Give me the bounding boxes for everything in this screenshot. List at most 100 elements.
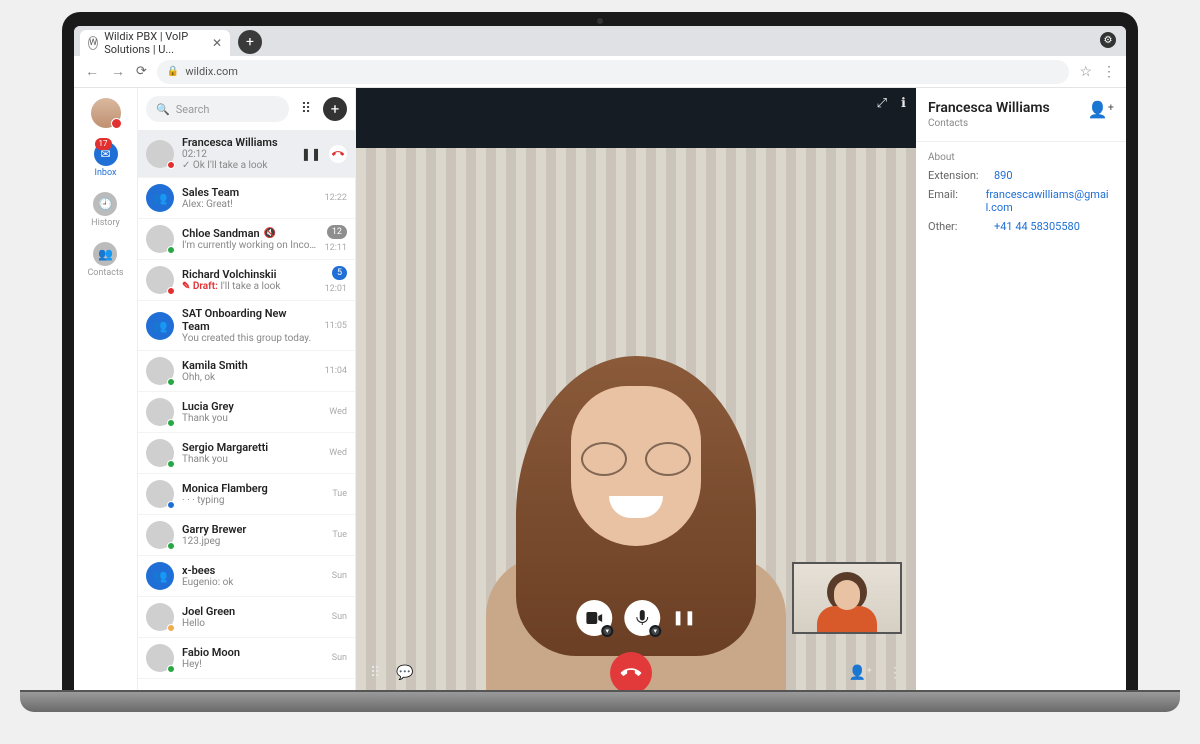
add-participant-icon[interactable]: 👤⁺ [849, 665, 872, 681]
video-call-area: ⤢ ℹ [356, 88, 916, 696]
draft-label: ✎ Draft: [182, 281, 220, 292]
conversation-item[interactable]: Garry Brewer123.jpegTue [138, 515, 355, 556]
team-avatar-icon: 👥 [146, 562, 174, 590]
conversation-meta: 512:01 [325, 266, 347, 294]
add-contact-icon[interactable]: 👤⁺ [1088, 100, 1114, 119]
url-text: wildix.com [185, 65, 238, 78]
team-avatar-icon: 👥 [146, 184, 174, 212]
conversation-item[interactable]: Chloe Sandman🔇I'm currently working on I… [138, 219, 355, 260]
extension-link[interactable]: 890 [994, 169, 1013, 182]
self-view[interactable] [792, 562, 902, 634]
dialpad-icon[interactable]: ⠿ [295, 98, 317, 120]
camera-icon [597, 18, 603, 24]
field-label: Email: [928, 188, 978, 214]
hangup-button[interactable] [329, 145, 347, 163]
contact-field-email: Email: francescawilliams@gmail.com [928, 188, 1114, 214]
conversation-info: Kamila SmithOhh, ok [182, 359, 317, 383]
new-tab-button[interactable]: + [238, 30, 262, 54]
nav-contacts[interactable]: 👥 Contacts [87, 242, 123, 278]
conversation-item[interactable]: Sergio MargarettiThank you Wed [138, 433, 355, 474]
conversation-time: Tue [332, 530, 347, 540]
url-field[interactable]: 🔒 wildix.com [157, 60, 1070, 84]
nav-inbox[interactable]: 17 ✉ Inbox [94, 142, 118, 178]
nav-history[interactable]: 🕘 History [91, 192, 120, 228]
mic-toggle[interactable]: ▾ [624, 600, 660, 636]
conversation-preview: Thank you [182, 413, 321, 424]
nav-label: Inbox [95, 168, 117, 178]
history-icon: 🕘 [93, 192, 117, 216]
conversation-preview: Thank you [182, 454, 321, 465]
presence-dot [167, 542, 175, 550]
conversation-meta: 11:05 [325, 321, 347, 331]
hold-button[interactable]: ❚❚ [672, 610, 695, 626]
conversation-name: Sergio Margaretti [182, 441, 321, 454]
avatar [146, 266, 174, 294]
conversation-time: Sun [332, 571, 347, 581]
conversation-item[interactable]: 👥SAT Onboarding New TeamYou created this… [138, 301, 355, 351]
field-label: Other: [928, 220, 986, 233]
info-icon[interactable]: ℹ [901, 96, 906, 111]
back-button[interactable]: ← [84, 63, 100, 80]
reload-button[interactable]: ⟳ [136, 64, 147, 79]
chat-icon[interactable]: 💬 [396, 665, 413, 681]
tab-title: Wildix PBX | VoIP Solutions | U... [104, 30, 212, 56]
conversation-preview: Hey! [182, 659, 324, 670]
search-input[interactable]: 🔍 Search [146, 96, 289, 122]
hold-button[interactable]: ❚❚ [301, 147, 321, 161]
contact-detail-panel: Francesca Williams Contacts 👤⁺ About Ext… [916, 88, 1126, 696]
dialpad-icon[interactable]: ⠿ [370, 665, 380, 681]
conversation-name: SAT Onboarding New Team [182, 307, 317, 333]
about-label: About [928, 152, 1114, 163]
browser-window: W Wildix PBX | VoIP Solutions | U... ✕ +… [74, 26, 1126, 696]
conversation-name: Chloe Sandman🔇 [182, 227, 317, 240]
conversation-item[interactable]: Joel GreenHelloSun [138, 597, 355, 638]
conversation-preview: ✎ Draft: I'll take a look [182, 281, 317, 292]
conversation-item[interactable]: Francesca Williams02:12✓ Ok I'll take a … [138, 130, 355, 178]
user-avatar[interactable] [91, 98, 121, 128]
conversation-item[interactable]: 👥x-beesEugenio: okSun [138, 556, 355, 597]
conversation-item[interactable]: Richard Volchinskii✎ Draft: I'll take a … [138, 260, 355, 301]
forward-button[interactable]: → [110, 63, 126, 80]
contact-name: Francesca Williams [928, 100, 1050, 116]
conversation-time: 11:04 [325, 366, 347, 376]
presence-dot [167, 419, 175, 427]
avatar [146, 140, 174, 168]
hangup-button[interactable] [610, 652, 652, 694]
more-icon[interactable]: ⋮ [888, 665, 902, 681]
conversation-time: 12:01 [325, 284, 347, 294]
browser-tab[interactable]: W Wildix PBX | VoIP Solutions | U... ✕ [80, 30, 230, 56]
conversation-info: SAT Onboarding New TeamYou created this … [182, 307, 317, 344]
email-link[interactable]: francescawilliams@gmail.com [986, 188, 1114, 214]
expand-icon[interactable]: ⤢ [877, 96, 887, 111]
conversation-item[interactable]: Lucia GreyThank youWed [138, 392, 355, 433]
lock-icon: 🔒 [167, 66, 179, 77]
browser-menu-icon[interactable]: ⋮ [1102, 64, 1116, 80]
conversation-preview: 123.jpeg [182, 536, 324, 547]
conversation-info: Monica Flamberg· · · typing [182, 482, 324, 506]
browser-settings-icon[interactable]: ⚙ [1100, 32, 1116, 48]
add-button[interactable]: + [323, 97, 347, 121]
contact-field-extension: Extension: 890 [928, 169, 1114, 182]
close-icon[interactable]: ✕ [212, 36, 222, 50]
conversation-item[interactable]: Kamila SmithOhh, ok 11:04 [138, 351, 355, 392]
contact-field-other: Other: +41 44 58305580 [928, 220, 1114, 233]
presence-dot [167, 501, 175, 509]
conversation-time: Wed [329, 448, 347, 458]
phone-link[interactable]: +41 44 58305580 [994, 220, 1080, 233]
conversation-preview-secondary: ✓ Ok I'll take a look [182, 160, 293, 171]
conversation-item[interactable]: 👥Sales TeamAlex: Great!12:22 [138, 178, 355, 219]
presence-dot [167, 287, 175, 295]
nav-label: Contacts [87, 268, 123, 278]
bookmark-icon[interactable]: ☆ [1079, 64, 1092, 80]
nav-label: History [91, 218, 120, 228]
conversation-meta: Sun [332, 571, 347, 581]
presence-dot [167, 624, 175, 632]
conversation-item[interactable]: Monica Flamberg· · · typingTue [138, 474, 355, 515]
conversation-meta: Sun [332, 653, 347, 663]
presence-dot [167, 161, 175, 169]
conversation-item[interactable]: Fabio MoonHey!Sun [138, 638, 355, 679]
conversation-info: Francesca Williams02:12✓ Ok I'll take a … [182, 136, 293, 171]
conversation-name: Kamila Smith [182, 359, 317, 372]
camera-toggle[interactable]: ▾ [576, 600, 612, 636]
conversation-name: Francesca Williams [182, 136, 293, 149]
